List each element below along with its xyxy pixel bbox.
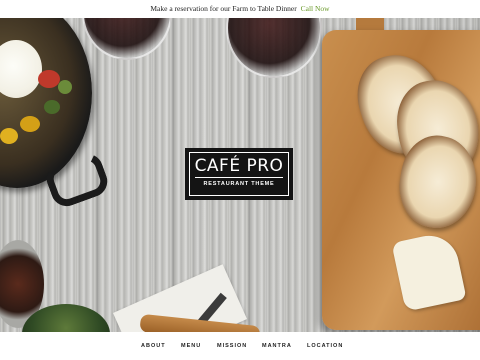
nav-item-mantra[interactable]: MANTRA (262, 332, 292, 360)
nav-item-mission[interactable]: MISSION (217, 332, 247, 360)
announcement-bar: Make a reservation for our Farm to Table… (0, 0, 480, 18)
main-navigation: ABOUT MENU MISSION MANTRA LOCATION (0, 332, 480, 360)
site-logo[interactable]: CAFÉ PRO RESTAURANT THEME (185, 148, 293, 200)
pepper-image (0, 128, 18, 144)
logo-frame: CAFÉ PRO RESTAURANT THEME (189, 152, 289, 196)
logo-title: CAFÉ PRO (194, 156, 284, 176)
pepper-image (20, 116, 40, 132)
nav-item-menu[interactable]: MENU (181, 332, 201, 360)
logo-divider (195, 177, 283, 178)
tomato-image (38, 70, 60, 88)
zucchini-image (58, 80, 72, 94)
nav-item-about[interactable]: ABOUT (141, 332, 166, 360)
hero-image: CAFÉ PRO RESTAURANT THEME (0, 18, 480, 332)
call-now-link[interactable]: Call Now (301, 4, 330, 13)
announcement-text: Make a reservation for our Farm to Table… (150, 4, 297, 13)
zucchini-image (44, 100, 60, 114)
nav-item-location[interactable]: LOCATION (307, 332, 343, 360)
logo-subtitle: RESTAURANT THEME (203, 181, 275, 187)
wine-glass-image (226, 18, 322, 78)
